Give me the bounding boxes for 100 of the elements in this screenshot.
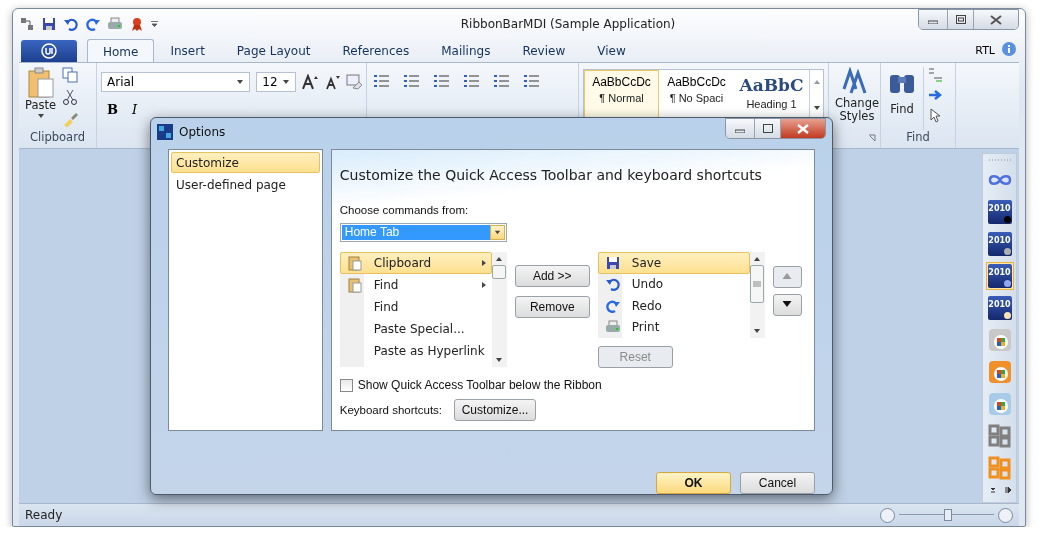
close-icon	[990, 14, 1002, 25]
command-item[interactable]: Find	[339, 296, 492, 318]
scroll-thumb[interactable]	[492, 265, 507, 279]
numbering-icon	[401, 73, 421, 89]
arrow-right-icon	[927, 87, 943, 103]
field-label: Keyboard shortcuts:	[339, 404, 443, 416]
caret-icon	[236, 78, 245, 86]
windows-logo-icon	[987, 456, 1012, 480]
submenu-arrow-icon	[479, 281, 488, 289]
increase-indent-icon	[491, 73, 511, 89]
caret-icon	[282, 78, 291, 86]
toolbar-item[interactable]: Redo	[597, 295, 750, 317]
palette-item[interactable]: 2010	[985, 262, 1014, 290]
zoom-out-button[interactable]	[880, 507, 895, 523]
command-item[interactable]: Find	[339, 274, 492, 296]
scroll-down-icon	[753, 327, 762, 335]
field-label: Choose commands from:	[339, 204, 470, 216]
clipboard-icon	[25, 67, 56, 99]
palette-item[interactable]: 2010	[985, 198, 1014, 226]
close-button[interactable]	[780, 119, 825, 138]
app-icon	[19, 15, 35, 32]
scroll-thumb[interactable]	[750, 265, 765, 303]
clipboard-icon	[346, 255, 363, 271]
ribbon-tab[interactable]: Home	[87, 39, 155, 63]
toolbar-item[interactable]: Print	[597, 316, 750, 338]
scroll-up-icon	[495, 255, 504, 263]
paintbrush-icon	[62, 111, 79, 127]
command-item[interactable]: Paste Special...	[339, 318, 492, 340]
copy-icon	[62, 67, 79, 83]
toolbar-item[interactable]: Save	[597, 252, 750, 274]
ribbon-tab[interactable]: References	[326, 39, 426, 62]
application-menu-button[interactable]	[21, 40, 77, 62]
app-icon	[157, 124, 173, 140]
office-logo-icon	[987, 328, 1012, 352]
find-button[interactable]: Find	[885, 67, 919, 130]
logo-icon	[41, 43, 57, 59]
dialog-title: Options	[179, 125, 226, 139]
italic-button[interactable]: I	[132, 102, 138, 117]
add-button[interactable]: Add >>	[514, 265, 590, 287]
scroll-down-icon	[812, 104, 821, 112]
change-styles-button[interactable]: Change Styles	[833, 67, 882, 134]
nav-item[interactable]: Customize	[171, 152, 320, 173]
ribbon-tab[interactable]: Mailings	[425, 39, 507, 62]
move-down-button[interactable]	[772, 294, 802, 316]
undo-icon	[604, 276, 621, 293]
zoom-thumb[interactable]	[943, 509, 952, 521]
zoom-in-button[interactable]	[998, 507, 1013, 523]
remove-button[interactable]: Remove	[514, 296, 590, 318]
nav-item[interactable]: User-defined page	[171, 174, 320, 195]
checkbox[interactable]	[339, 378, 353, 392]
caret-icon	[493, 229, 501, 236]
maximize-button[interactable]	[947, 10, 973, 29]
windows-logo-icon	[987, 424, 1012, 448]
cursor-icon	[927, 107, 943, 123]
printer-icon	[107, 15, 123, 32]
command-item[interactable]: Clipboard	[339, 252, 492, 274]
palette-item[interactable]: 2010	[985, 294, 1014, 322]
palette-item[interactable]: 2010	[985, 230, 1014, 258]
status-text: Ready	[25, 508, 63, 522]
close-button[interactable]	[973, 10, 1018, 29]
office-logo-icon	[987, 360, 1012, 384]
checkbox-label: Show Quick Access Toolbar below the Ribbon	[357, 378, 602, 392]
line-spacing-icon	[521, 73, 541, 89]
font-size-field[interactable]: 12	[256, 72, 297, 92]
window-title: RibbonBarMDI (Sample Application)	[459, 16, 677, 31]
infinity-icon	[987, 173, 1012, 187]
bold-button[interactable]: B	[107, 102, 118, 117]
command-item[interactable]: Paste as Hyperlink	[339, 340, 492, 362]
ribbon-tab[interactable]: Page Layout	[220, 39, 327, 62]
close-icon	[797, 123, 809, 134]
office-logo-icon	[987, 392, 1012, 416]
save-icon	[604, 254, 621, 271]
paste-button[interactable]: Paste	[23, 67, 59, 130]
scroll-up-icon	[812, 78, 821, 86]
save-icon	[41, 15, 57, 32]
clipboard-icon	[346, 277, 363, 293]
grip-icon	[987, 158, 1012, 162]
replace-icon	[927, 67, 943, 83]
cancel-button[interactable]: Cancel	[740, 472, 815, 494]
style-option[interactable]: AaBbC Heading 1	[734, 70, 809, 130]
style-option[interactable]: AaBbCcDc ¶ No Spaci	[659, 70, 734, 130]
scroll-down-icon	[495, 356, 504, 364]
ribbon-tab[interactable]: Insert	[154, 39, 221, 62]
maximize-button[interactable]	[754, 119, 780, 138]
toolbar-item[interactable]: Undo	[597, 273, 750, 295]
customize-button[interactable]: Customize...	[454, 399, 537, 421]
grip-icon	[753, 280, 762, 288]
scroll-up-icon	[753, 255, 762, 263]
caret-icon	[36, 112, 45, 120]
panel-heading: Customize the Quick Access Toolbar and keyboard shortcuts	[339, 167, 763, 183]
shrink-font-icon	[324, 74, 341, 90]
ok-button[interactable]: OK	[656, 472, 731, 494]
rtl-label: RTL	[975, 43, 995, 57]
ribbon-tab[interactable]: View	[581, 39, 642, 62]
clear-formatting-icon	[346, 74, 362, 90]
ribbon-tab[interactable]: Review	[506, 39, 582, 62]
font-name-field[interactable]: Arial	[101, 72, 251, 92]
award-ribbon-icon	[129, 15, 145, 32]
grow-font-icon	[302, 74, 319, 90]
group-label: Find	[905, 130, 931, 146]
